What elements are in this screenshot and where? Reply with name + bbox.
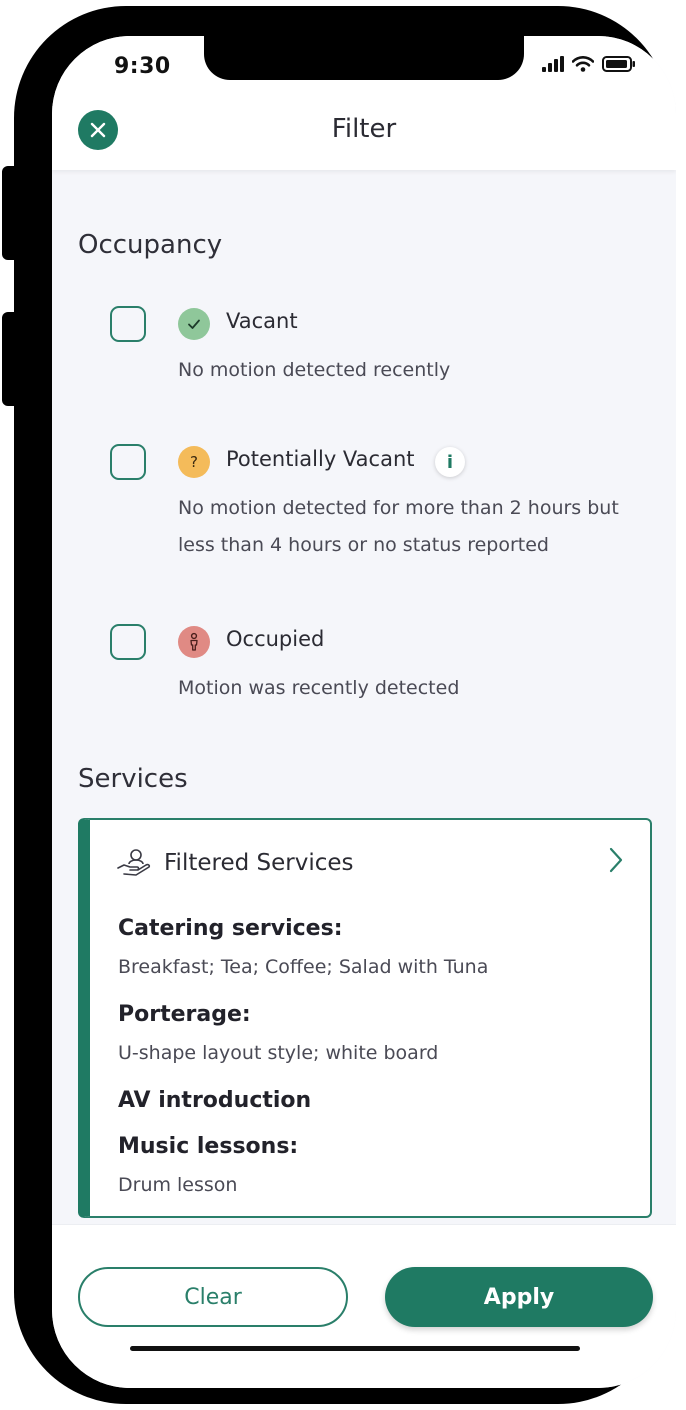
- battery-icon: [602, 56, 635, 72]
- hand-service-icon: [117, 849, 151, 876]
- footer-actions: Clear Apply: [52, 1224, 676, 1388]
- person-icon: [190, 632, 198, 651]
- checkmark-icon: [188, 319, 200, 329]
- phone-frame: 9:30 Filter Occupancy Vacant No motion d…: [14, 6, 676, 1404]
- phone-screen: 9:30 Filter Occupancy Vacant No motion d…: [52, 36, 676, 1388]
- page-title: Filter: [331, 114, 397, 144]
- potentially-vacant-checkbox[interactable]: [110, 444, 146, 480]
- cellular-signal-icon: [542, 56, 564, 72]
- service-group-items: Breakfast; Tea; Coffee; Salad with Tuna: [118, 956, 489, 978]
- filter-header: Filter: [52, 96, 676, 170]
- filtered-services-card[interactable]: Filtered Services Catering services: Bre…: [78, 818, 652, 1218]
- filtered-services-title: Filtered Services: [164, 850, 354, 876]
- status-icons: [542, 56, 636, 72]
- occupancy-section-title: Occupancy: [78, 230, 223, 260]
- info-button[interactable]: i: [435, 447, 465, 477]
- service-group-items: U-shape layout style; white board: [118, 1042, 439, 1064]
- vacant-description: No motion detected recently: [178, 359, 451, 381]
- service-group-name: Catering services:: [118, 916, 343, 941]
- service-group-name: Porterage:: [118, 1002, 251, 1027]
- chevron-right-icon: [609, 847, 623, 873]
- vacant-label: Vacant: [226, 309, 298, 333]
- status-time: 9:30: [114, 54, 171, 79]
- notch: [204, 36, 524, 80]
- vacant-checkbox[interactable]: [110, 306, 146, 342]
- wifi-icon: [572, 56, 594, 72]
- home-indicator: [130, 1346, 580, 1351]
- svg-text:?: ?: [190, 453, 198, 471]
- occupied-description: Motion was recently detected: [178, 677, 460, 699]
- question-mark-icon: ?: [190, 453, 198, 471]
- apply-button[interactable]: Apply: [385, 1267, 653, 1327]
- occupied-status-icon: [178, 626, 210, 658]
- service-group-name: Music lessons:: [118, 1134, 299, 1159]
- info-icon: i: [446, 451, 454, 473]
- occupied-checkbox[interactable]: [110, 624, 146, 660]
- clear-button[interactable]: Clear: [78, 1267, 348, 1327]
- occupied-label: Occupied: [226, 627, 325, 651]
- service-group-name: AV introduction: [118, 1088, 312, 1113]
- service-group-items: Drum lesson: [118, 1174, 238, 1196]
- potentially-vacant-label: Potentially Vacant: [226, 447, 415, 471]
- potentially-vacant-description: No motion detected for more than 2 hours…: [178, 497, 619, 556]
- vacant-status-icon: [178, 308, 210, 340]
- services-section-title: Services: [78, 764, 188, 794]
- potentially-vacant-status-icon: ?: [178, 446, 210, 478]
